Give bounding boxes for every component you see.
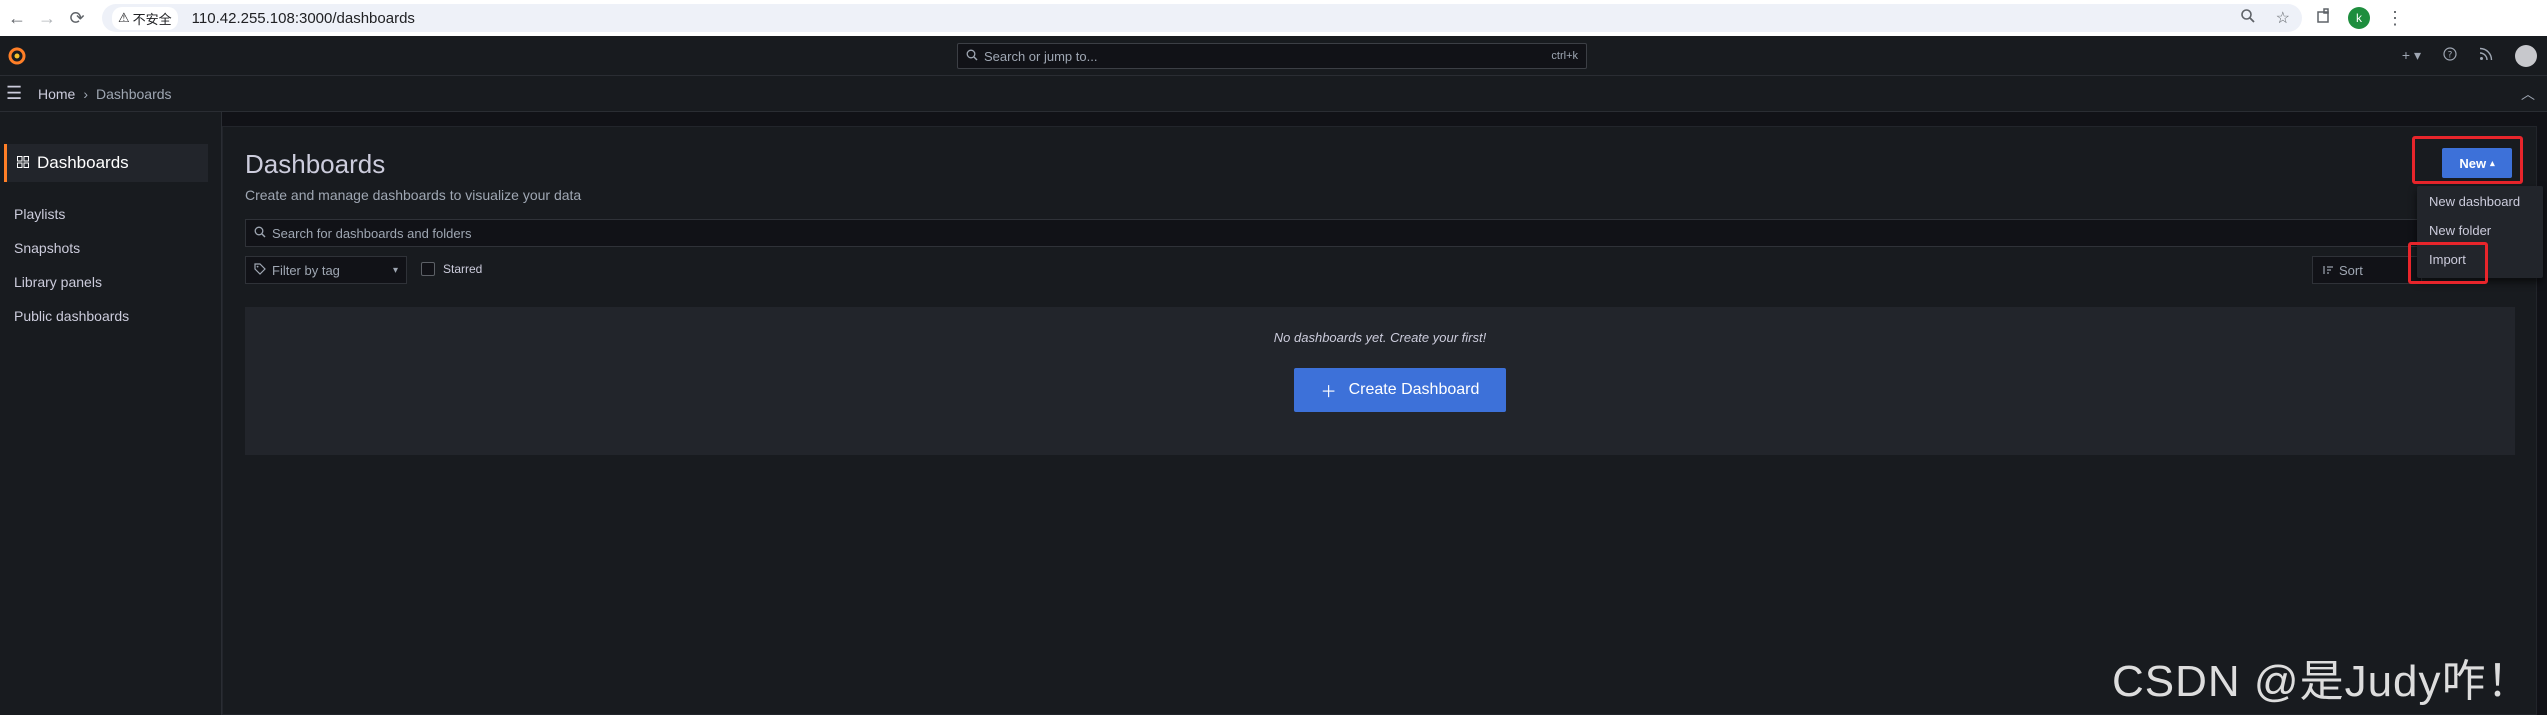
sidebar-item-snapshots[interactable]: Snapshots [14,240,80,256]
svg-text:?: ? [2448,51,2453,61]
breadcrumb: ☰ Home › Dashboards ︿ [0,76,2547,112]
starred-filter[interactable]: Starred [421,262,482,276]
sidebar-item-playlists[interactable]: Playlists [14,206,65,222]
news-feed-icon[interactable] [2479,47,2493,64]
browser-menu-icon[interactable]: ⋮ [2386,8,2404,29]
highlight-box-import [2408,242,2488,284]
starred-label: Starred [443,262,483,276]
main-content: Dashboards Create and manage dashboards … [222,126,2537,715]
apps-grid-icon [17,153,29,173]
create-dashboard-label: Create Dashboard [1348,381,1480,398]
browser-toolbar: ← → ⟳ ⚠ 不安全 110.42.255.108:3000/dashboar… [0,0,2547,36]
dashboard-search-input[interactable]: Search for dashboards and folders [245,219,2515,247]
collapse-chevron-up-icon[interactable]: ︿ [2521,84,2535,104]
tag-icon [254,262,266,278]
chevron-down-icon: ▾ [392,264,398,276]
warning-icon: ⚠ [118,10,130,25]
sort-label: Sort [2339,262,2363,278]
global-search-placeholder: Search or jump to... [984,48,1098,64]
security-indicator[interactable]: ⚠ 不安全 [112,6,178,30]
menu-toggle-icon[interactable]: ☰ [6,83,24,104]
bookmark-star-icon[interactable]: ☆ [2276,8,2290,29]
profile-avatar[interactable]: k [2348,7,2370,29]
sidebar-item-public-dashboards[interactable]: Public dashboards [14,308,129,324]
breadcrumb-current: Dashboards [96,85,172,102]
starred-checkbox[interactable] [421,262,435,276]
tag-filter-select[interactable]: Filter by tag ▾ [245,256,407,284]
help-icon[interactable]: ? [2443,47,2457,64]
empty-state-message: No dashboards yet. Create your first! [1273,330,1487,345]
sidenav-header-label: Dashboards [37,153,129,172]
menu-item-new-folder[interactable]: New folder [2429,223,2491,238]
page-subtitle: Create and manage dashboards to visualiz… [245,187,582,203]
create-dashboard-button[interactable]: ＋ Create Dashboard [1294,368,1506,412]
plus-icon: ＋ [1320,384,1337,401]
address-bar[interactable]: ⚠ 不安全 110.42.255.108:3000/dashboards ☆ [102,4,2302,32]
search-icon [966,49,978,64]
empty-state: No dashboards yet. Create your first! ＋ … [245,307,2515,455]
extensions-icon[interactable] [2316,7,2332,29]
search-shortcut-hint: ctrl+k [1551,50,1578,62]
reload-button[interactable]: ⟳ [64,5,90,31]
forward-button[interactable]: → [34,5,60,31]
back-button[interactable]: ← [4,5,30,31]
grafana-logo-icon[interactable] [2,41,32,71]
menu-item-new-dashboard[interactable]: New dashboard [2429,194,2520,209]
sort-select[interactable]: Sort [2312,256,2422,284]
watermark: CSDN @是Judy咋！ [2112,657,2532,706]
add-menu-button[interactable]: + ▾ [2402,47,2421,64]
section-sidenav: Dashboards Playlists Snapshots Library p… [0,112,222,715]
url-text[interactable]: 110.42.255.108:3000/dashboards [192,10,415,27]
sidebar-item-library-panels[interactable]: Library panels [14,274,102,290]
sidenav-header-dashboards[interactable]: Dashboards [4,144,208,182]
insecure-label: 不安全 [132,11,172,27]
dashboard-search-placeholder: Search for dashboards and folders [272,225,472,241]
zoom-icon[interactable] [2240,8,2256,29]
grafana-topbar: Search or jump to... ctrl+k + ▾ ? [0,36,2547,76]
user-avatar[interactable] [2515,44,2537,67]
breadcrumb-home[interactable]: Home [38,86,75,102]
highlight-box-new [2412,136,2523,184]
tag-filter-placeholder: Filter by tag [272,262,340,278]
global-search-input[interactable]: Search or jump to... ctrl+k [957,43,1587,69]
sort-icon [2321,263,2333,278]
page-title: Dashboards [245,149,386,179]
breadcrumb-separator: › [83,85,89,102]
search-icon [254,226,266,241]
